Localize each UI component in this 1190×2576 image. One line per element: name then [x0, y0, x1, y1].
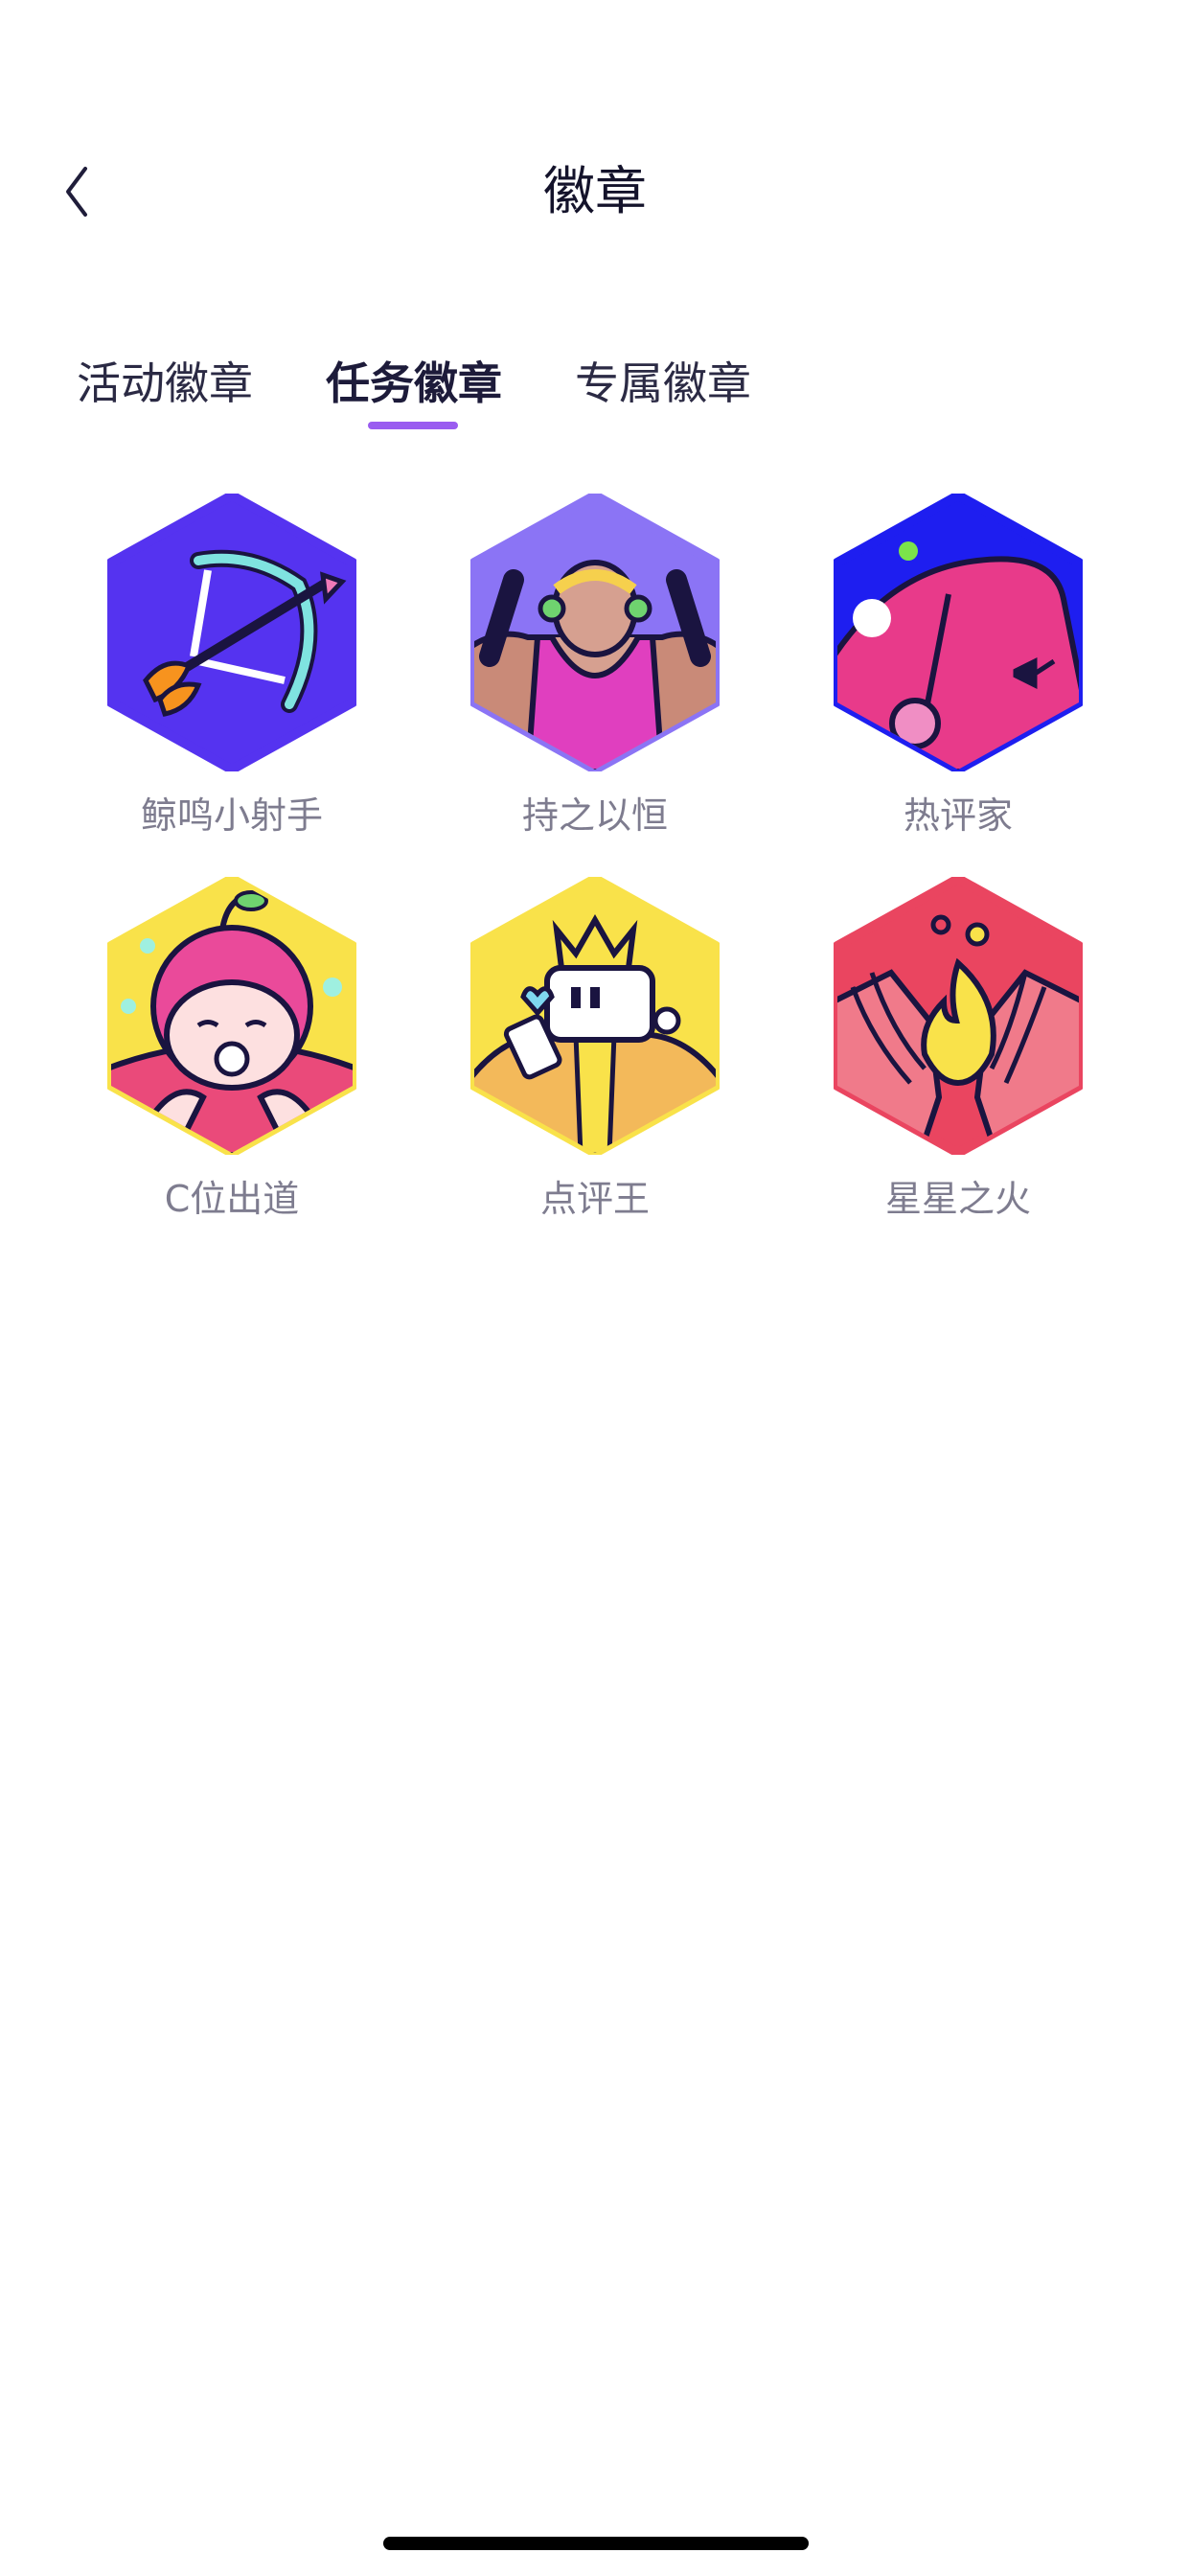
flame-hands-icon	[834, 877, 1083, 1155]
badge-tabs: 活动徽章 任务徽章 专属徽章	[0, 345, 1190, 450]
badge-item[interactable]: 鲸鸣小射手	[88, 494, 376, 842]
active-tab-indicator	[368, 422, 458, 429]
badge-item[interactable]: 点评王	[451, 877, 739, 1226]
pink-blob-icon	[834, 494, 1083, 771]
home-indicator[interactable]	[383, 2537, 809, 2550]
badge-item[interactable]: 星星之火	[814, 877, 1102, 1226]
badge-item[interactable]: 热评家	[814, 494, 1102, 842]
tab-activity-badges[interactable]: 活动徽章	[77, 345, 253, 422]
page-title: 徽章	[543, 161, 647, 221]
badge-label: 持之以恒	[521, 794, 668, 837]
tab-task-badges[interactable]: 任务徽章	[326, 345, 502, 422]
badge-label: C位出道	[164, 1178, 300, 1220]
king-chat-icon	[470, 877, 720, 1155]
nav-bar: 徽章	[0, 134, 1190, 249]
weightlifter-icon	[470, 494, 720, 771]
badge-label: 星星之火	[884, 1178, 1031, 1220]
badge-label: 点评王	[539, 1178, 650, 1220]
bow-and-arrow-icon	[107, 494, 356, 771]
baby-face-icon	[107, 877, 356, 1155]
badge-item[interactable]: 持之以恒	[451, 494, 739, 842]
badge-label: 鲸鸣小射手	[140, 794, 323, 837]
tab-exclusive-badges[interactable]: 专属徽章	[575, 345, 751, 422]
badge-item[interactable]: C位出道	[88, 877, 376, 1226]
badge-label: 热评家	[903, 794, 1013, 837]
